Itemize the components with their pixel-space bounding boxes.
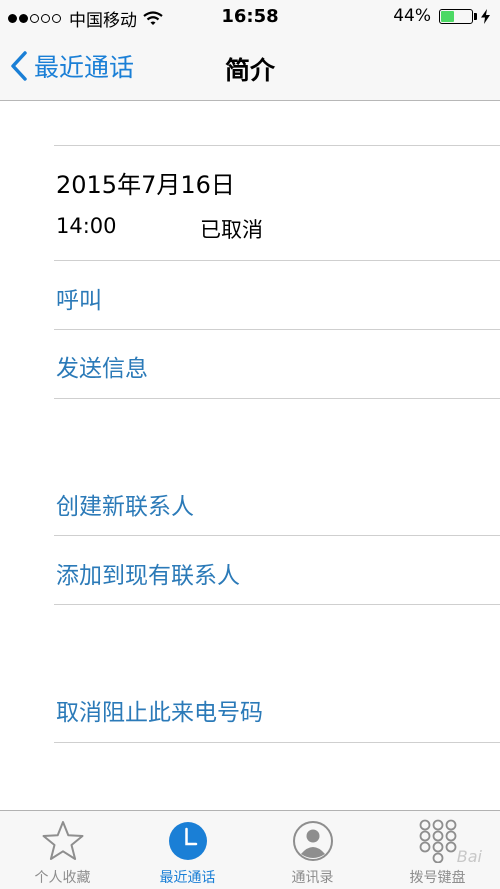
call-button[interactable]: 呼叫 [56,281,102,315]
status-right: 44% [393,6,490,26]
call-time: 14:00 [56,214,117,238]
clock-icon [168,822,207,860]
divider [54,535,500,536]
add-to-existing-contact-button[interactable]: 添加到现有联系人 [56,556,240,590]
tab-recents[interactable]: 最近通话 [125,811,250,889]
send-message-button[interactable]: 发送信息 [56,349,148,383]
contacts-icon [292,821,333,861]
battery-fill [441,10,454,22]
navigation-bar: 最近通话 简介 [0,34,500,101]
divider [54,145,500,146]
divider [54,329,500,330]
divider [54,398,500,399]
divider [54,742,500,743]
divider [54,604,500,605]
create-contact-button[interactable]: 创建新联系人 [56,487,194,521]
call-date: 2015年7月16日 [56,171,235,199]
tab-keypad-label: 拨号键盘 [409,870,466,886]
keypad-icon [419,819,456,863]
call-status: 已取消 [200,218,263,242]
tab-favorites[interactable]: 个人收藏 [0,811,125,889]
status-bar: 中国移动 16:58 44% [0,0,500,34]
tab-contacts[interactable]: 通讯录 [250,811,375,889]
charging-bolt-icon [481,8,490,24]
tab-recents-label: 最近通话 [159,870,216,886]
battery-cap [474,12,477,20]
battery-percent: 44% [393,6,431,26]
watermark: Bai [456,847,482,866]
divider [54,260,500,261]
page-title: 简介 [224,56,275,85]
unblock-caller-button[interactable]: 取消阻止此来电号码 [56,693,263,727]
star-icon [42,821,83,860]
tab-favorites-label: 个人收藏 [34,870,91,886]
battery-icon [439,8,473,24]
tab-contacts-label: 通讯录 [291,870,334,886]
tab-bar: 个人收藏 最近通话 通讯录 拨号键盘 Bai [0,810,500,889]
